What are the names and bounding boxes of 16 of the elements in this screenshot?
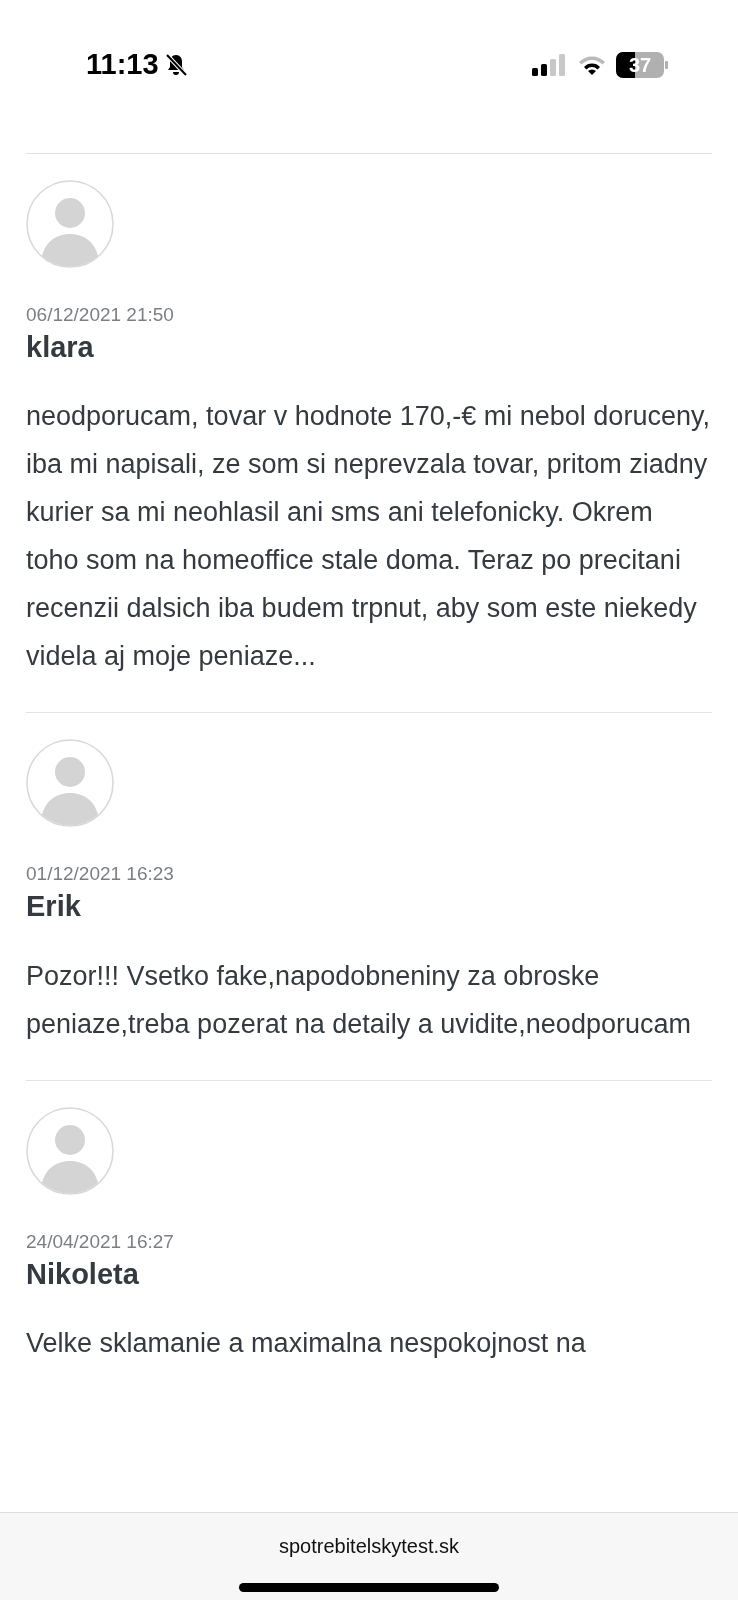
clock: 11:13 bbox=[86, 47, 159, 83]
reviewer-name: Erik bbox=[26, 889, 82, 925]
review-date: 06/12/2021 21:50 bbox=[26, 304, 175, 327]
home-indicator[interactable] bbox=[239, 1583, 499, 1592]
review-date: 24/04/2021 16:27 bbox=[26, 1230, 175, 1254]
avatar-icon bbox=[26, 739, 114, 828]
avatar-icon bbox=[26, 1106, 114, 1195]
review-text: neodporucam, tovar v hodnote 170,-€ mi nebol doruceny, iba mi napisali, ze som si neprevzala tovar, pritom ziadny kurier sa mi neohlasil ani sms ani telefonicky. Okrem toho som na homeoffice stale doma. Teraz po precitani recenzii dalsich iba budem trpnut, aby som este niekedy videla aj moje peniaze... bbox=[26, 400, 711, 674]
signal-icon bbox=[532, 54, 568, 76]
reviewer-name: Nikoleta bbox=[26, 1256, 140, 1292]
address-bar-url[interactable]: spotrebitelskytest.sk bbox=[278, 1531, 460, 1561]
avatar-icon bbox=[26, 180, 114, 268]
review-date: 01/12/2021 16:23 bbox=[26, 863, 175, 887]
review-text: Velke sklamanie a maximalna nespokojnost na bbox=[26, 1327, 587, 1361]
review-text: Pozor!!! Vsetko fake,napodobneniny za obroske peniaze,treba pozerat na detaily a uvidite,neodporucam bbox=[26, 959, 692, 1041]
reviewer-name: klara bbox=[26, 329, 95, 365]
